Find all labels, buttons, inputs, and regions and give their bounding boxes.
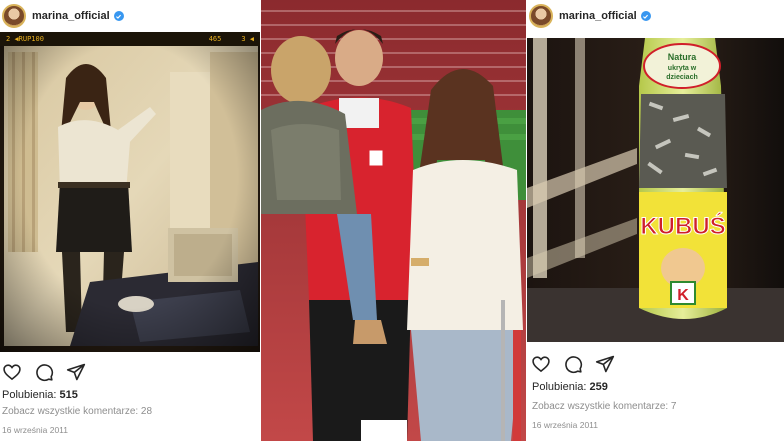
camera-viewfinder-bar: 2 ◀ RUP100 465 3 ◀ — [0, 32, 260, 46]
post-actions — [2, 362, 86, 382]
left-instagram-post: marina_official 2 ◀ RUP100 465 3 ◀ Polub… — [0, 0, 260, 441]
avatar[interactable] — [2, 4, 26, 28]
likes-label: Polubienia: — [532, 381, 587, 393]
camera-bar-model: RUP100 — [18, 35, 44, 43]
username[interactable]: marina_official — [32, 10, 110, 22]
heart-icon[interactable] — [2, 362, 22, 382]
post-photo[interactable]: Natura ukryta w dzieciach KUBUŚ K — [527, 38, 784, 342]
view-all-comments-link[interactable]: Zobacz wszystkie komentarze: 28 — [2, 406, 152, 417]
camera-bar-counter: 465 — [208, 35, 222, 43]
verified-badge-icon — [640, 11, 651, 21]
juice-bottle-photo: Natura ukryta w dzieciach KUBUŚ K — [527, 38, 784, 342]
likes-number: 259 — [589, 381, 608, 393]
comment-icon[interactable] — [563, 354, 583, 374]
post-date: 16 września 2011 — [2, 425, 68, 435]
username[interactable]: marina_official — [559, 10, 637, 22]
likes-number: 515 — [59, 389, 78, 401]
bottle-label-bottom: dzieciach — [666, 74, 698, 81]
send-icon[interactable] — [66, 362, 86, 382]
heart-icon[interactable] — [531, 354, 551, 374]
verified-badge-icon — [113, 11, 124, 21]
post-photo[interactable]: 2 ◀ RUP100 465 3 ◀ — [0, 32, 260, 352]
camera-bar-left: 2 ◀ — [6, 35, 19, 43]
comment-icon[interactable] — [34, 362, 54, 382]
send-icon[interactable] — [595, 354, 615, 374]
bottle-label-top: Natura — [668, 52, 698, 62]
post-date: 16 września 2011 — [532, 420, 598, 430]
post-actions — [531, 354, 615, 374]
post-header: marina_official — [527, 0, 784, 32]
likes-label: Polubienia: — [2, 389, 57, 401]
likes-count: Polubienia: 259 — [532, 381, 608, 393]
likes-count: Polubienia: 515 — [2, 389, 78, 401]
avatar[interactable] — [529, 4, 553, 28]
right-instagram-post: marina_official Natura ukryta w dzieciac… — [527, 0, 784, 441]
post-header: marina_official — [0, 0, 260, 32]
bottle-letter-label: K — [677, 287, 689, 304]
view-all-comments-link[interactable]: Zobacz wszystkie komentarze: 7 — [532, 401, 677, 412]
bottle-label-middle: ukryta w — [668, 65, 697, 72]
bottle-brand-label: KUBUŚ — [640, 212, 725, 240]
middle-stadium-photo — [261, 0, 526, 441]
camera-bar-right: 3 ◀ — [241, 35, 254, 43]
family-stadium-photo — [261, 0, 526, 441]
vintage-office-photo — [0, 32, 260, 352]
